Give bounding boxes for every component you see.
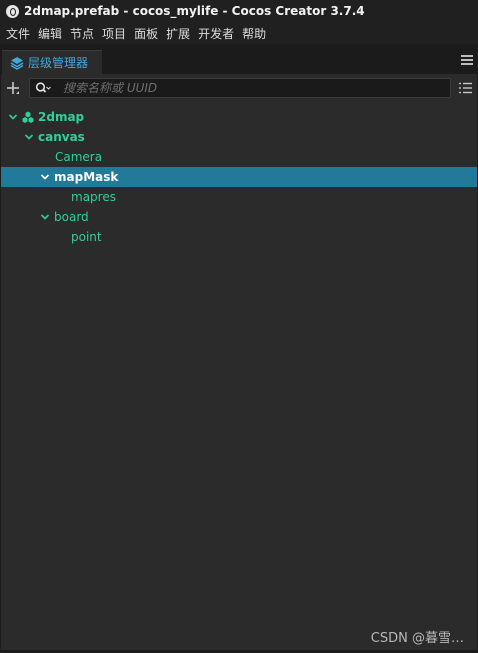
tree-label: canvas [38,130,85,144]
window-title: 2dmap.prefab - cocos_mylife - Cocos Crea… [24,4,365,18]
watermark: CSDN @暮雪… [370,631,464,646]
menu-panel[interactable]: 面板 [132,25,164,42]
layers-icon [10,56,24,70]
tree-label: point [71,230,102,244]
menu-help[interactable]: 帮助 [240,25,272,42]
tree-row-2dmap[interactable]: 2dmap [1,107,477,127]
menu-extension[interactable]: 扩展 [164,25,196,42]
hierarchy-panel: 2dmap canvas Camera mapMask mapres [1,74,477,650]
menu-bar: 文件 编辑 节点 项目 面板 扩展 开发者 帮助 [0,22,478,44]
tree-row-board[interactable]: board [1,207,477,227]
menu-node[interactable]: 节点 [68,25,100,42]
tree-label: mapMask [54,170,119,184]
chevron-down-icon[interactable] [40,172,50,182]
cocos-creator-window: 2dmap.prefab - cocos_mylife - Cocos Crea… [0,0,478,653]
tree-label: board [54,210,89,224]
search-box[interactable] [29,78,451,98]
menu-project[interactable]: 项目 [100,25,132,42]
tree-row-camera[interactable]: Camera [1,147,477,167]
tree-row-canvas[interactable]: canvas [1,127,477,147]
node-tree: 2dmap canvas Camera mapMask mapres board… [1,107,477,247]
tree-label: 2dmap [38,110,85,124]
tree-row-point[interactable]: point [1,227,477,247]
tab-hierarchy-label: 层级管理器 [28,56,89,70]
chevron-down-icon[interactable] [40,212,50,222]
menu-file[interactable]: 文件 [4,25,36,42]
tree-row-mapres[interactable]: mapres [1,187,477,207]
menu-developer[interactable]: 开发者 [196,25,240,42]
tree-label: Camera [55,150,103,164]
search-icon[interactable] [35,81,51,95]
add-node-icon[interactable] [6,81,20,95]
menu-edit[interactable]: 编辑 [36,25,68,42]
chevron-down-icon[interactable] [24,132,34,142]
tree-row-mapmask[interactable]: mapMask [1,167,477,187]
panel-menu-icon[interactable] [461,55,473,66]
panel-tab-strip: 层级管理器 [0,48,478,74]
tree-label: mapres [71,190,116,204]
title-bar: 2dmap.prefab - cocos_mylife - Cocos Crea… [0,0,478,22]
hierarchy-toolbar [1,74,477,102]
search-input[interactable] [63,79,450,97]
tab-hierarchy[interactable]: 层级管理器 [2,50,102,74]
cocos-logo-icon [6,4,19,18]
prefab-icon [22,111,34,123]
list-sort-icon[interactable] [459,82,472,94]
chevron-down-icon[interactable] [8,112,18,122]
